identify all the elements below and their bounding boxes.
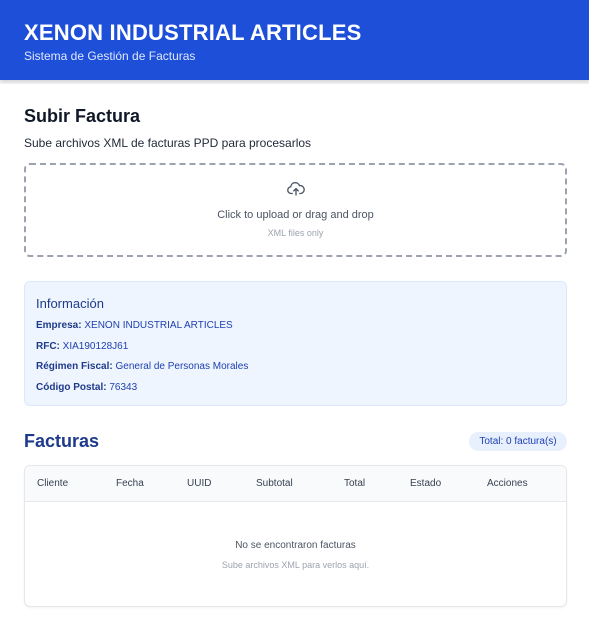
app-subtitle: Sistema de Gestión de Facturas	[24, 49, 196, 63]
app-header: XENON INDUSTRIAL ARTICLES Sistema de Ges…	[0, 0, 589, 80]
upload-section-title: Subir Factura	[24, 106, 141, 126]
facturas-section-title: Facturas	[24, 431, 100, 451]
dropzone-label: Click to upload or drag and drop	[217, 209, 374, 221]
column-header-estado[interactable]: Estado	[410, 466, 441, 502]
column-header-cliente[interactable]: Cliente	[37, 466, 68, 502]
info-label: Empresa:	[36, 320, 82, 331]
company-title: XENON INDUSTRIAL ARTICLES	[24, 20, 362, 45]
info-value: 76343	[109, 381, 138, 393]
info-value: XENON INDUSTRIAL ARTICLES	[84, 320, 233, 331]
info-label: RFC:	[36, 340, 60, 352]
cloud-upload-icon	[287, 182, 305, 196]
info-title: Información	[36, 296, 104, 311]
column-header-subtotal[interactable]: Subtotal	[256, 466, 293, 502]
company-info-panel: Información Empresa: XENON INDUSTRIAL AR…	[24, 281, 567, 406]
info-row-codigo-postal: Código Postal: 76343	[36, 381, 555, 394]
info-value: XIA190128J61	[62, 340, 129, 352]
info-label: Régimen Fiscal:	[36, 361, 113, 372]
empty-state-title: No se encontraron facturas	[235, 540, 356, 551]
upload-description: Sube archivos XML de facturas PPD para p…	[24, 136, 312, 150]
total-count-badge: Total: 0 factura(s)	[469, 432, 567, 451]
info-value: General de Personas Morales	[115, 361, 249, 372]
info-row-rfc: RFC: XIA190128J61	[36, 340, 555, 353]
empty-state-subtitle: Sube archivos XML para verlos aquí.	[221, 560, 370, 570]
column-header-total[interactable]: Total	[344, 466, 365, 502]
main-content: Subir Factura Sube archivos XML de factu…	[0, 84, 589, 640]
info-row-regimen: Régimen Fiscal: General de Personas Mora…	[36, 360, 555, 373]
column-header-uuid[interactable]: UUID	[187, 466, 211, 502]
facturas-table: Cliente Fecha UUID Subtotal Total Estado…	[24, 465, 567, 607]
column-header-fecha[interactable]: Fecha	[116, 466, 144, 502]
file-dropzone[interactable]: Click to upload or drag and drop XML fil…	[24, 163, 567, 257]
info-row-empresa: Empresa: XENON INDUSTRIAL ARTICLES	[36, 319, 555, 332]
dropzone-hint: XML files only	[267, 228, 324, 238]
column-header-acciones[interactable]: Acciones	[487, 466, 528, 502]
table-header: Cliente Fecha UUID Subtotal Total Estado…	[25, 466, 566, 502]
info-label: Código Postal:	[36, 381, 107, 393]
